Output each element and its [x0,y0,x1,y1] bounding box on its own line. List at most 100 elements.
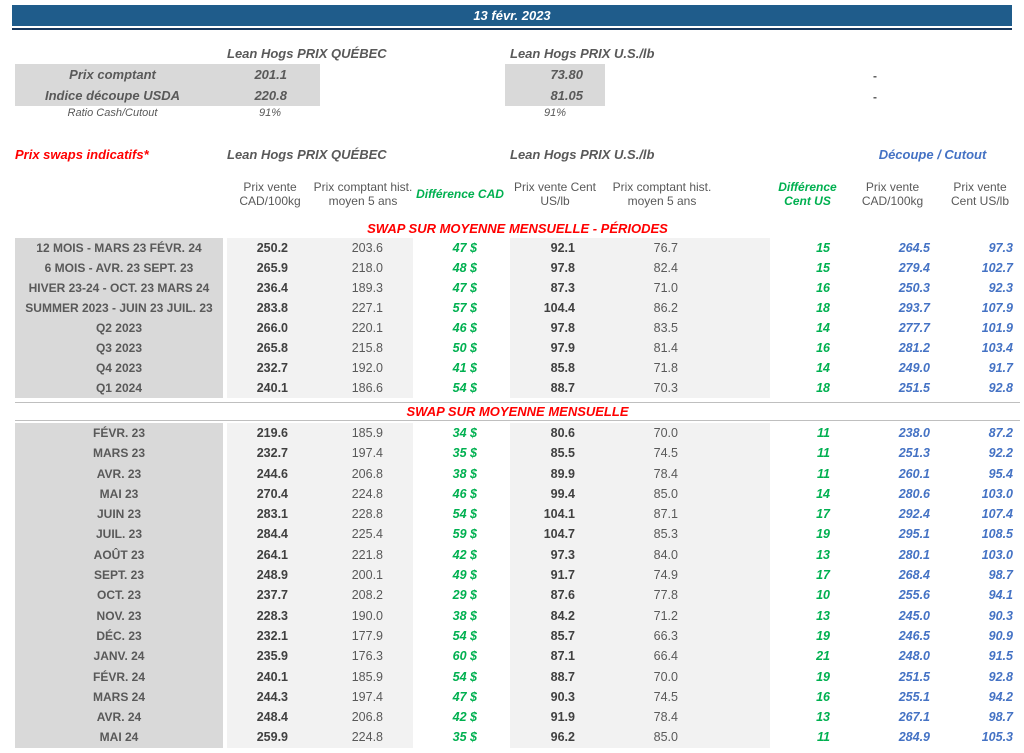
cell-difference-us: 16 [816,689,830,704]
cell-hist-moyen-cad: 218.0 [313,258,413,278]
table-row: 6 MOIS - AVR. 23 SEPT. 23 265.9 218.0 48 $ 9… [15,258,1020,278]
cell-difference-us: 14 [816,486,830,501]
cell-cutout-cad: 249.0 [898,361,930,375]
cell-prix-vente-cad: 259.9 [227,727,313,748]
table-row: MAI 24 259.9 224.8 35 $ 96.2 85.0 11 284.9 105.3 [15,727,1020,748]
row-label: AVR. 23 [15,463,223,484]
cell-prix-vente-cad: 236.4 [227,278,313,298]
cell-difference-us: 16 [816,281,830,295]
cell-cutout-cad: 260.1 [898,466,930,481]
column-header-hist-moyen-us: Prix comptant hist. moyen 5 ans [612,179,712,208]
cell-hist-moyen-cad: 215.8 [313,338,413,358]
cell-prix-vente-us: 88.7 [510,666,600,687]
cell-hist-moyen-us: 85.0 [600,727,770,748]
cell-prix-vente-cad: 232.1 [227,625,313,647]
cell-prix-vente-us: 97.9 [510,338,600,358]
cell-cutout-us: 94.2 [988,689,1013,704]
cell-difference-cad: 54 $ [452,507,477,522]
cell-difference-cad: 38 $ [452,466,477,481]
table-row: SUMMER 2023 - JUIN 23 JUIL. 23 283.8 227.1… [15,298,1020,318]
cell-cutout-cad: 280.6 [898,486,930,501]
row-label: Q1 2024 [15,378,223,398]
cell-hist-moyen-cad: 224.8 [313,727,413,748]
cell-cutout-us: 108.5 [981,527,1013,542]
row-label: DÉC. 23 [15,625,223,647]
cell-prix-vente-cad: 244.3 [227,686,313,708]
cell-cutout-cad: 293.7 [898,301,930,315]
cell-cutout-cad: 251.5 [898,669,930,684]
cell-cutout-us: 107.4 [981,507,1013,522]
cell-prix-vente-us: 85.8 [510,358,600,378]
cell-difference-us: 21 [816,649,830,664]
cell-difference-us: 11 [817,730,830,745]
cell-difference-cad: 35 $ [452,730,477,745]
cell-prix-vente-cad: 265.9 [227,258,313,278]
column-header-cutout-us: Prix vente Cent US/lb [950,179,1010,208]
cell-difference-cad: 46 $ [452,486,477,501]
cell-difference-us: 11 [817,446,830,461]
cell-hist-moyen-us: 74.5 [600,443,770,464]
column-header-cutout-cad: Prix vente CAD/100kg [861,179,924,208]
cell-prix-vente-cad: 250.2 [227,238,313,258]
cell-difference-cad: 49 $ [452,568,477,583]
cell-hist-moyen-us: 70.0 [600,666,770,687]
cell-hist-moyen-cad: 225.4 [313,524,413,545]
row-label: Q4 2023 [15,358,223,378]
cell-hist-moyen-cad: 228.8 [313,504,413,525]
row-label: OCT. 23 [15,585,223,606]
cell-hist-moyen-us: 84.0 [600,544,770,566]
cell-prix-vente-us: 99.4 [510,483,600,505]
cell-prix-vente-us: 87.3 [510,278,600,298]
cell-cutout-us: 103.4 [981,341,1013,355]
cell-prix-vente-cad: 284.4 [227,524,313,545]
cell-cutout-cad: 245.0 [898,608,930,623]
quotes-qc-box: Prix comptant 201.1 Indice découpe USDA … [15,64,320,106]
cell-difference-us: 16 [816,341,830,355]
row-label: AOÛT 23 [15,544,223,566]
ratio-value-qc: 91% [258,107,282,119]
cell-difference-cad: 29 $ [452,588,477,603]
cell-difference-us: 18 [816,301,830,315]
cell-prix-vente-cad: 264.1 [227,544,313,566]
row-label: NOV. 23 [15,605,223,626]
cell-prix-vente-cad: 266.0 [227,318,313,338]
cell-difference-us: 13 [816,547,830,562]
cell-difference-us: 19 [816,669,830,684]
cell-hist-moyen-us: 71.0 [600,278,770,298]
cell-cutout-cad: 250.3 [898,281,930,295]
cell-difference-us: 10 [816,588,830,603]
cell-difference-cad: 38 $ [452,608,477,623]
date-banner: 13 févr. 2023 [12,5,1012,26]
cell-cutout-us: 94.1 [988,588,1013,603]
cell-hist-moyen-cad: 203.6 [313,238,413,258]
section-title-periods: SWAP SUR MOYENNE MENSUELLE - PÉRIODES [367,221,668,236]
cell-hist-moyen-cad: 186.6 [313,378,413,398]
cell-cutout-us: 92.2 [988,446,1013,461]
cell-difference-cad: 48 $ [452,261,477,275]
table-row: Q1 2024 240.1 186.6 54 $ 88.7 70.3 18 251.5 92.8 [15,378,1020,398]
cell-hist-moyen-us: 78.4 [600,707,770,728]
row-label: MARS 23 [15,443,223,464]
cell-difference-us: 18 [816,381,830,395]
table-row: MARS 23 232.7 197.4 35 $ 85.5 74.5 11 251.3 92.2 [15,443,1020,464]
cell-hist-moyen-cad: 185.9 [313,666,413,687]
cell-difference-cad: 47 $ [452,281,477,295]
cell-cutout-cad: 268.4 [898,568,930,583]
cell-difference-us: 15 [816,241,830,255]
cell-cutout-cad: 280.1 [898,547,930,562]
cell-cutout-us: 98.7 [988,710,1013,725]
cell-hist-moyen-cad: 192.0 [313,358,413,378]
cell-hist-moyen-cad: 206.8 [313,463,413,484]
row-label: JUIL. 23 [15,524,223,545]
cell-difference-us: 17 [816,568,830,583]
row-label: SUMMER 2023 - JUIN 23 JUIL. 23 [15,298,223,318]
cell-hist-moyen-us: 83.5 [600,318,770,338]
cell-prix-vente-cad: 248.4 [227,707,313,728]
cell-difference-us: 19 [816,628,830,643]
cell-cutout-us: 101.9 [981,321,1013,335]
cell-cutout-us: 92.3 [988,281,1013,295]
cell-difference-cad: 50 $ [452,341,477,355]
quote-value-qc: 201.1 [254,67,287,82]
cell-difference-us: 17 [816,507,830,522]
table-row: NOV. 23 228.3 190.0 38 $ 84.2 71.2 13 245.0 90.3 [15,605,1020,626]
